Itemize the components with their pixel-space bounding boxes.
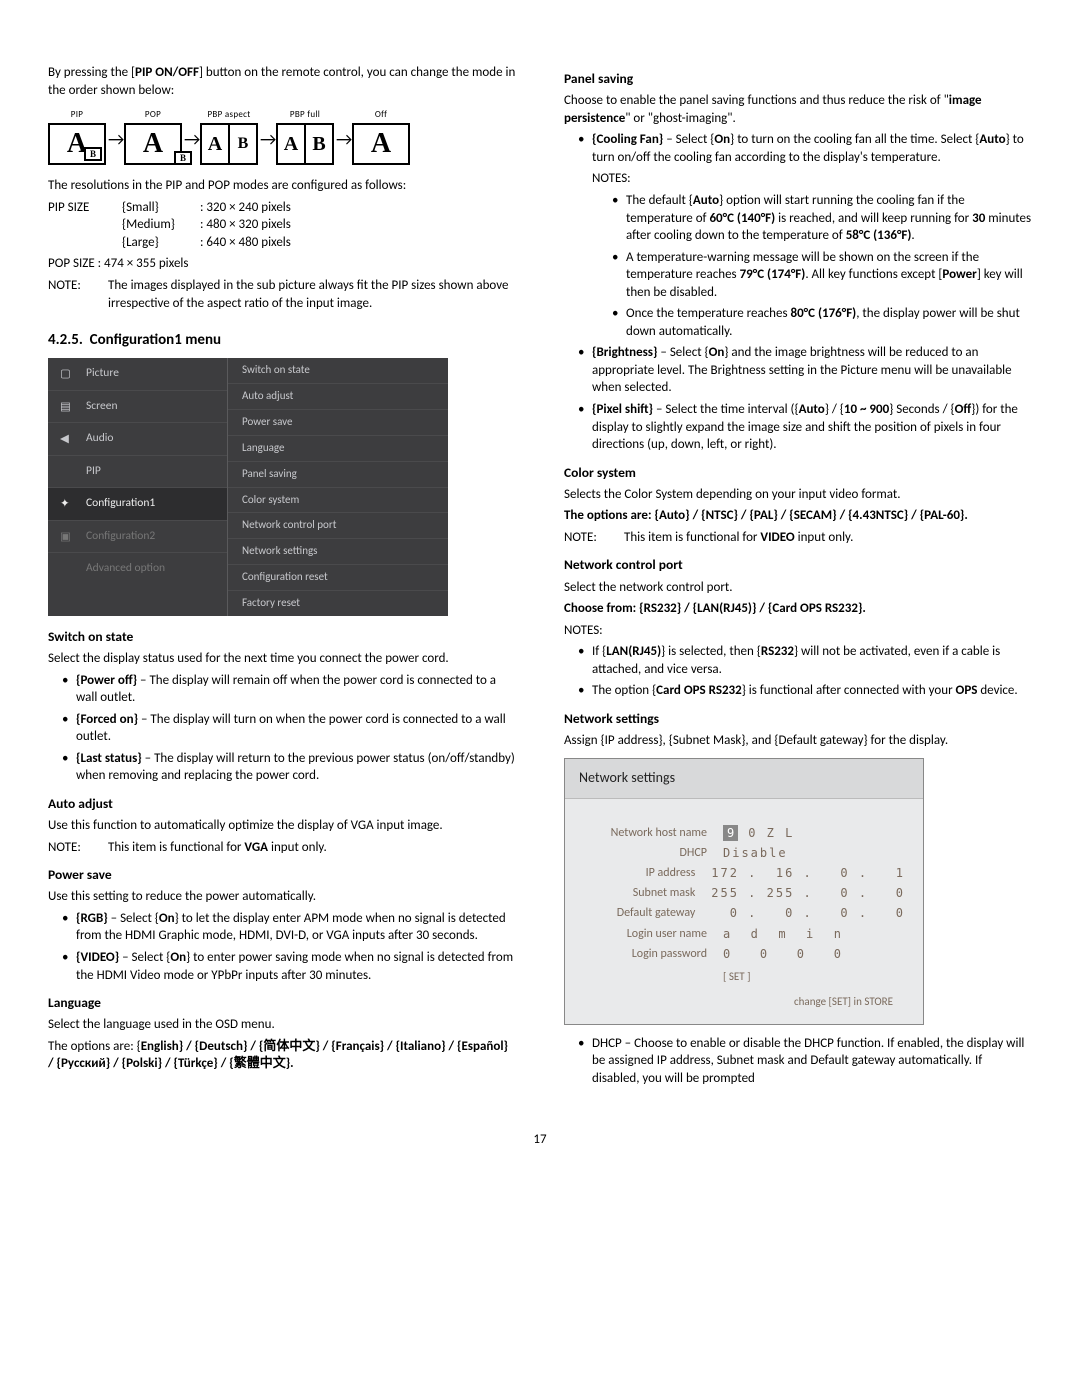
pop-size: POP SIZE : 474 × 355 pixels <box>48 255 516 273</box>
picture-icon: ▢ <box>60 367 76 381</box>
switch-on-list: {Power off} – The display will remain of… <box>48 672 516 785</box>
osd-opt[interactable]: Auto adjust <box>228 384 448 410</box>
mode-pbp-aspect: AB <box>200 123 258 165</box>
net-dhcp-row: DHCP Disable <box>583 845 905 861</box>
color-system-heading: Color system <box>564 464 1032 482</box>
language-options: The options are: {English} / {Deutsch} /… <box>48 1038 516 1073</box>
arrow-icon: → <box>108 109 122 151</box>
osd-opt[interactable]: Power save <box>228 410 448 436</box>
language-desc: Select the language used in the OSD menu… <box>48 1016 516 1034</box>
net-port-desc2: Choose from: {RS232} / {LAN(RJ45)} / {Ca… <box>564 600 1032 618</box>
dhcp-note: DHCP – Choose to enable or disable the D… <box>564 1035 1032 1088</box>
osd-opt[interactable]: Panel saving <box>228 462 448 488</box>
panel-saving-list: {Cooling Fan} – Select {On} to turn on t… <box>564 131 1032 453</box>
pip-note: NOTE: The images displayed in the sub pi… <box>48 277 516 312</box>
panel-saving-heading: Panel saving <box>564 70 1032 88</box>
power-save-list: {RGB} – Select {On} to let the display e… <box>48 910 516 984</box>
osd-opt[interactable]: Language <box>228 436 448 462</box>
net-mask-row: Subnet mask 255 . 255 . 0 . 0 <box>583 885 905 901</box>
power-save-desc: Use this setting to reduce the power aut… <box>48 888 516 906</box>
advanced-icon <box>60 562 76 576</box>
color-system-opts: The options are: {Auto} / {NTSC} / {PAL}… <box>564 507 1032 525</box>
osd-item-picture[interactable]: ▢Picture <box>48 358 227 391</box>
set-button[interactable]: [ SET ] <box>723 970 905 985</box>
osd-menu: ▢Picture ▤Screen ◀Audio PIP ✦Configurati… <box>48 358 448 615</box>
net-footer: change [SET] in STORE <box>583 989 905 1016</box>
net-settings-heading: Network settings <box>564 710 1032 728</box>
color-system-desc: Selects the Color System depending on yo… <box>564 486 1032 504</box>
arrow-icon: → <box>184 109 198 151</box>
mode-pbp-full: AB <box>276 123 334 165</box>
osd-item-pip[interactable]: PIP <box>48 456 227 489</box>
page-columns: By pressing the [PIP ON/OFF] button on t… <box>48 60 1032 1091</box>
mode-pop: AB <box>124 123 182 165</box>
config2-icon: ▣ <box>60 530 76 544</box>
osd-left-panel: ▢Picture ▤Screen ◀Audio PIP ✦Configurati… <box>48 358 228 615</box>
mode-diagram: PIP AB → POP AB → PBP aspect AB → PBP fu… <box>48 109 516 165</box>
power-save-heading: Power save <box>48 866 516 884</box>
osd-item-config1[interactable]: ✦Configuration1 <box>48 488 227 521</box>
network-settings-title: Network settings <box>565 759 923 799</box>
osd-item-advanced[interactable]: Advanced option <box>48 553 227 585</box>
resolutions-line: The resolutions in the PIP and POP modes… <box>48 177 516 195</box>
screen-icon: ▤ <box>60 400 76 414</box>
page-number: 17 <box>48 1131 1032 1149</box>
auto-adjust-note: NOTE: This item is functional for VGA in… <box>48 839 516 857</box>
section-heading: 4.2.5. Configuration1 menu <box>48 330 516 350</box>
pip-size-small: PIP SIZE {Small} : 320 × 240 pixels <box>48 199 516 217</box>
net-port-desc1: Select the network control port. <box>564 579 1032 597</box>
network-settings-dialog: Network settings Network host name 90 Z … <box>564 758 924 1025</box>
osd-opt[interactable]: Configuration reset <box>228 565 448 591</box>
pip-size-medium: {Medium} : 480 × 320 pixels <box>48 216 516 234</box>
auto-adjust-desc: Use this function to automatically optim… <box>48 817 516 835</box>
arrow-icon: → <box>336 109 350 151</box>
osd-opt[interactable]: Color system <box>228 488 448 514</box>
pip-icon <box>60 465 76 479</box>
osd-opt[interactable]: Network control port <box>228 513 448 539</box>
pip-intro: By pressing the [PIP ON/OFF] button on t… <box>48 64 516 99</box>
switch-on-desc: Select the display status used for the n… <box>48 650 516 668</box>
net-ip-row: IP address 172 . 16 . 0 . 1 <box>583 865 905 881</box>
panel-saving-desc: Choose to enable the panel saving functi… <box>564 92 1032 127</box>
pip-size-large: {Large} : 640 × 480 pixels <box>48 234 516 252</box>
config1-icon: ✦ <box>60 497 76 511</box>
mode-off: A <box>352 123 410 165</box>
color-system-note: NOTE: This item is functional for VIDEO … <box>564 529 1032 547</box>
language-heading: Language <box>48 994 516 1012</box>
brightness-item: {Brightness} – Select {On} and the image… <box>578 344 1032 397</box>
osd-opt[interactable]: Factory reset <box>228 591 448 616</box>
osd-item-screen[interactable]: ▤Screen <box>48 391 227 424</box>
net-port-heading: Network control port <box>564 556 1032 574</box>
osd-opt[interactable]: Network settings <box>228 539 448 565</box>
net-port-notes: If {LAN(RJ45)} is selected, then {RS232}… <box>564 643 1032 700</box>
osd-right-panel: Switch on state Auto adjust Power save L… <box>228 358 448 615</box>
net-port-notes-label: NOTES: <box>564 622 1032 640</box>
net-settings-desc: Assign {IP address}, {Subnet Mask}, and … <box>564 732 1032 750</box>
mode-pip: AB <box>48 123 106 165</box>
osd-opt[interactable]: Switch on state <box>228 358 448 384</box>
left-column: By pressing the [PIP ON/OFF] button on t… <box>48 60 516 1091</box>
auto-adjust-heading: Auto adjust <box>48 795 516 813</box>
pixel-shift-item: {Pixel shift} – Select the time interval… <box>578 401 1032 454</box>
switch-on-heading: Switch on state <box>48 628 516 646</box>
net-host-row: Network host name 90 Z L <box>583 825 905 841</box>
osd-item-config2[interactable]: ▣Configuration2 <box>48 521 227 554</box>
net-user-row: Login user name a d m i n <box>583 926 905 942</box>
right-column: Panel saving Choose to enable the panel … <box>564 60 1032 1091</box>
net-pw-row: Login password 0 0 0 0 <box>583 946 905 962</box>
net-gw-row: Default gateway 0 . 0 . 0 . 0 <box>583 905 905 921</box>
arrow-icon: → <box>260 109 274 151</box>
audio-icon: ◀ <box>60 432 76 446</box>
cooling-fan-item: {Cooling Fan} – Select {On} to turn on t… <box>578 131 1032 340</box>
osd-item-audio[interactable]: ◀Audio <box>48 423 227 456</box>
